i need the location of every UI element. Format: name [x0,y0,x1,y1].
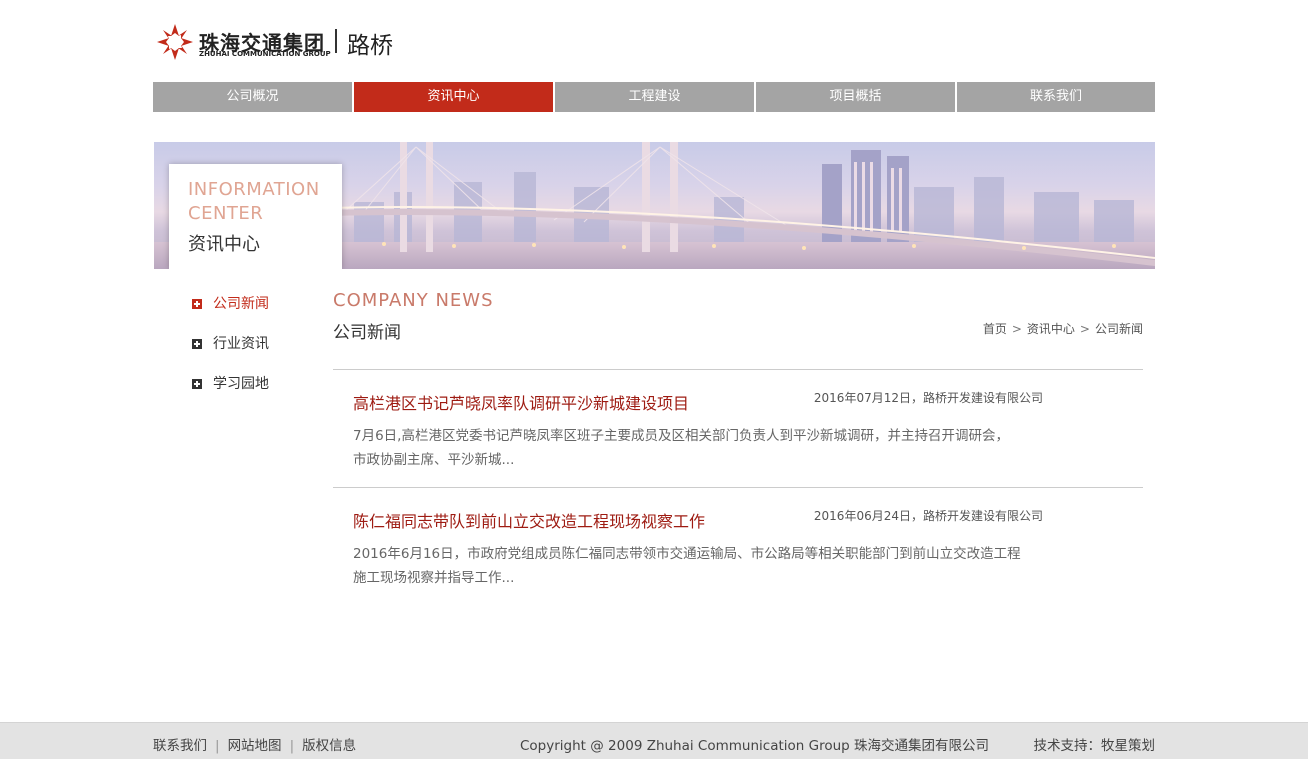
nav-item-contact-us[interactable]: 联系我们 [957,82,1155,112]
sidebar-item-label: 公司新闻 [213,296,269,312]
banner-title-english: INFORMATION CENTER [188,178,320,226]
logo-divider [335,29,337,53]
breadcrumb: 首页 > 资讯中心 > 公司新闻 [983,320,1143,337]
footer-link-contact-us[interactable]: 联系我们 [153,738,207,754]
nav-item-company-overview[interactable]: 公司概况 [153,82,352,112]
footer-tech-support: 技术支持：牧星策划 [1033,738,1156,754]
news-summary: 2016年6月16日，市政府党组成员陈仁福同志带领市交通运输局、市公路局等相关职… [353,542,1053,590]
sidebar-item-label: 行业资讯 [213,336,269,352]
news-meta: 2016年06月24日，路桥开发建设有限公司 [813,509,1043,523]
logo-star-icon [157,24,193,60]
news-item: 陈仁福同志带队到前山立交改造工程现场视察工作 2016年06月24日，路桥开发建… [333,487,1143,605]
news-list: 高栏港区书记芦晓凤率队调研平沙新城建设项目 2016年07月12日，路桥开发建设… [333,369,1143,605]
news-meta: 2016年07月12日，路桥开发建设有限公司 [813,391,1043,405]
breadcrumb-information-center[interactable]: 资讯中心 [1027,322,1075,336]
news-summary-line: 施工现场视察并指导工作... [353,570,515,586]
sidebar-item-label: 学习园地 [213,376,269,392]
plus-square-icon [192,339,202,349]
sidebar-item-industry-news[interactable]: 行业资讯 [192,334,322,374]
footer-link-copyright-info[interactable]: 版权信息 [302,738,356,754]
news-summary-line: 2016年6月16日，市政府党组成员陈仁福同志带领市交通运输局、市公路局等相关职… [353,546,1021,562]
nav-item-engineering[interactable]: 工程建设 [555,82,754,112]
breadcrumb-home[interactable]: 首页 [983,322,1007,336]
footer-link-separator: | [289,738,295,754]
page-banner: INFORMATION CENTER 资讯中心 [154,142,1155,269]
news-title-link[interactable]: 陈仁福同志带队到前山立交改造工程现场视察工作 [353,508,705,532]
footer-links: 联系我们 | 网站地图 | 版权信息 [153,734,356,754]
section-title-chinese: 公司新闻 [333,323,401,343]
nav-item-information-center[interactable]: 资讯中心 [354,82,553,112]
news-summary: 7月6日,高栏港区党委书记芦晓凤率区班子主要成员及区相关部门负责人到平沙新城调研… [353,424,1053,472]
sidebar-menu: 公司新闻 行业资讯 学习园地 [192,294,322,414]
news-item: 高栏港区书记芦晓凤率队调研平沙新城建设项目 2016年07月12日，路桥开发建设… [333,369,1143,487]
logo-english-name: ZHUHAI COMMUNICATION GROUP [199,50,331,58]
plus-square-icon [192,379,202,389]
site-logo[interactable]: 珠海交通集团 ZHUHAI COMMUNICATION GROUP 路桥 [155,22,415,64]
section-title-english: COMPANY NEWS [333,290,494,311]
page-footer: 联系我们 | 网站地图 | 版权信息 Copyright @ 2009 Zhuhai C… [0,722,1308,759]
main-nav: 公司概况 资讯中心 工程建设 项目概括 联系我们 [153,82,1155,112]
sidebar-item-learning-garden[interactable]: 学习园地 [192,374,322,414]
news-title-link[interactable]: 高栏港区书记芦晓凤率队调研平沙新城建设项目 [353,390,689,414]
news-summary-line: 7月6日,高栏港区党委书记芦晓凤率区班子主要成员及区相关部门负责人到平沙新城调研… [353,428,1009,444]
nav-item-projects[interactable]: 项目概括 [756,82,955,112]
banner-title-chinese: 资讯中心 [188,234,260,255]
banner-title-english-line2: CENTER [188,203,264,224]
plus-square-icon [192,299,202,309]
footer-link-sitemap[interactable]: 网站地图 [228,738,282,754]
breadcrumb-current[interactable]: 公司新闻 [1095,322,1143,336]
footer-link-separator: | [215,738,220,754]
banner-title-card: INFORMATION CENTER 资讯中心 [169,164,342,269]
footer-copyright: Copyright @ 2009 Zhuhai Communication Gr… [520,738,990,754]
breadcrumb-separator: > [1079,322,1090,336]
breadcrumb-separator: > [1011,322,1022,336]
logo-subbrand: 路桥 [347,33,393,59]
sidebar-item-company-news[interactable]: 公司新闻 [192,294,322,334]
news-summary-line: 市政协副主席、平沙新城... [353,452,515,468]
banner-title-english-line1: INFORMATION [188,179,320,200]
